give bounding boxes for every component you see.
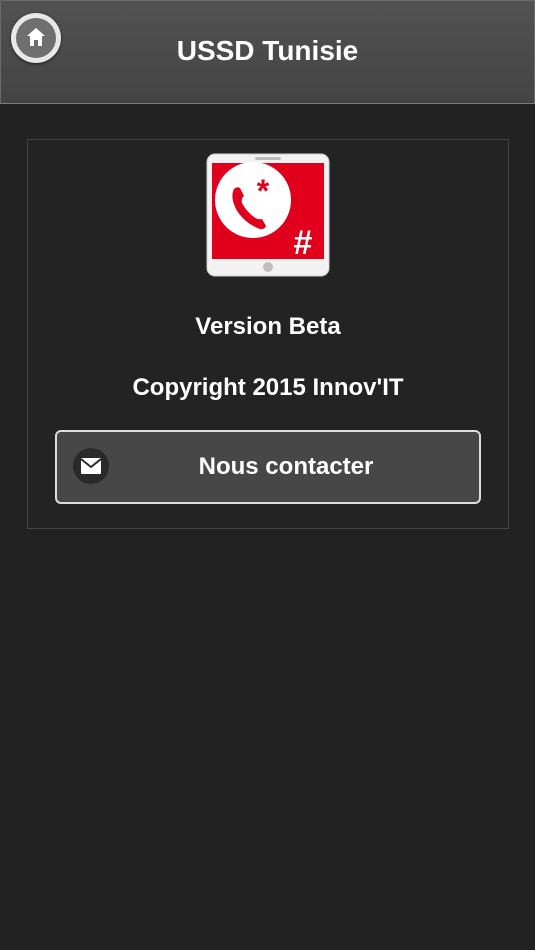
copyright-text: Copyright 2015 Innov'IT (132, 374, 404, 401)
ussd-app-icon: * # (206, 153, 330, 277)
app-header: USSD Tunisie (0, 0, 535, 104)
svg-text:*: * (257, 173, 270, 209)
page-title: USSD Tunisie (176, 35, 359, 66)
svg-text:#: # (294, 224, 313, 262)
contact-button-label: Nous contacter (198, 453, 374, 480)
about-card: * # Version Beta Copyright 2015 Innov'IT… (27, 139, 509, 529)
contact-button[interactable]: Nous contacter (55, 430, 481, 504)
version-text: Version Beta (195, 313, 341, 340)
